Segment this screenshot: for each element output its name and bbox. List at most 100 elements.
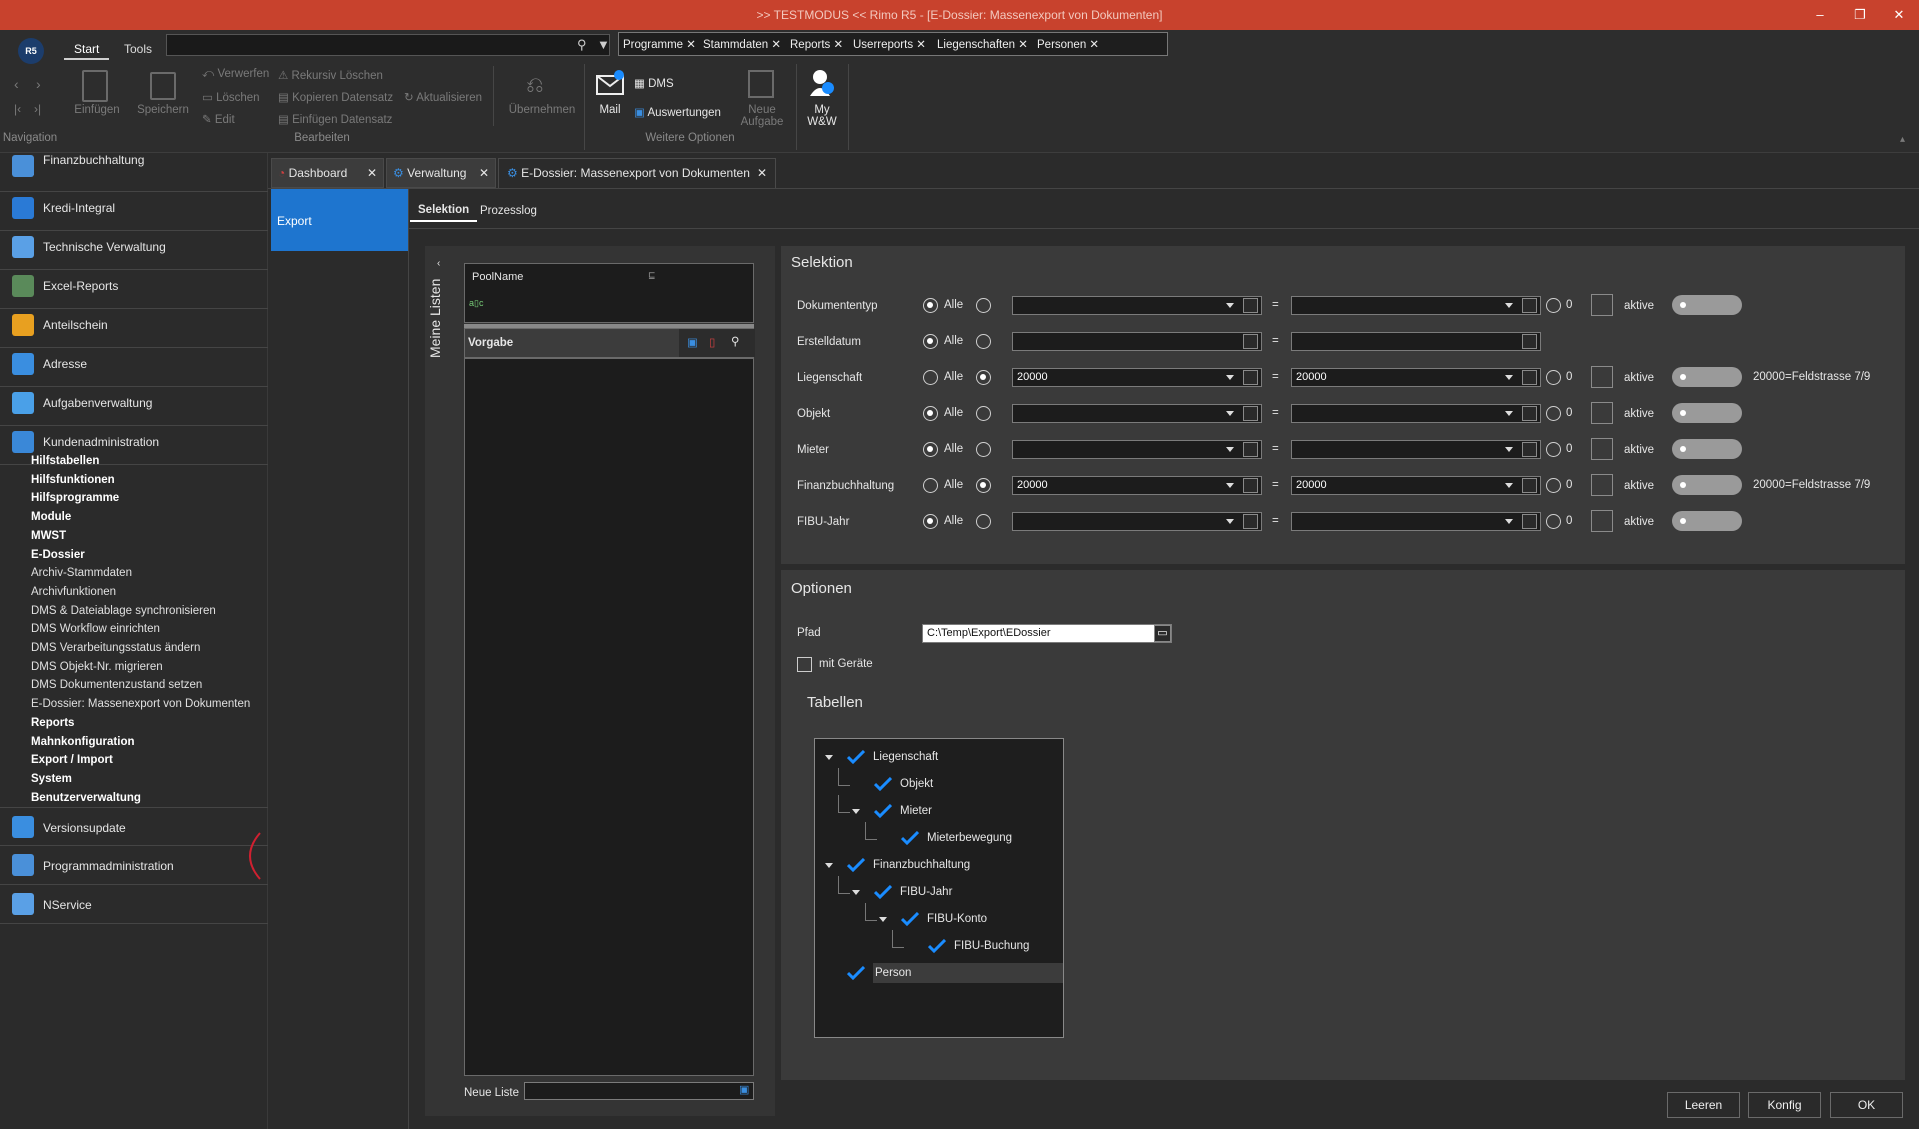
konfig-button[interactable]: Konfig <box>1748 1092 1821 1118</box>
alle-radio[interactable] <box>923 298 938 313</box>
module-nservice[interactable]: NService <box>0 885 268 924</box>
zero-radio[interactable] <box>1546 406 1561 421</box>
checked-icon[interactable] <box>847 858 865 872</box>
neue-liste-input[interactable] <box>524 1082 754 1100</box>
sidebar-subitem[interactable]: Hilfsfunktionen <box>31 474 115 486</box>
filter-chip-liegenschaften[interactable]: Liegenschaften ✕ <box>937 37 1028 51</box>
lookup-icon[interactable] <box>1522 442 1537 457</box>
sidebar-subitem[interactable]: DMS & Dateiablage synchronisieren <box>31 605 216 617</box>
lookup-icon[interactable] <box>1243 370 1258 385</box>
filter-chip-personen[interactable]: Personen ✕ <box>1037 37 1099 51</box>
nav-export[interactable]: Export <box>271 189 408 251</box>
chevron-down-icon[interactable] <box>1505 447 1513 452</box>
sidebar-subitem[interactable]: Reports <box>31 717 74 729</box>
tree-node-label[interactable]: Objekt <box>900 778 933 790</box>
lookup-icon[interactable] <box>1522 298 1537 313</box>
search-icon[interactable]: ⚲ <box>577 37 587 53</box>
close-icon[interactable]: ✕ <box>479 159 489 187</box>
aktualisieren-button[interactable]: ↻ Aktualisieren <box>404 90 482 104</box>
range-to-input[interactable] <box>1291 404 1541 423</box>
ribbon-tab-start[interactable]: Start <box>64 38 110 60</box>
zero-radio[interactable] <box>1546 514 1561 529</box>
alle-radio[interactable] <box>923 478 938 493</box>
range-to-input[interactable] <box>1291 512 1541 531</box>
tree-node-label[interactable]: FIBU-Buchung <box>954 940 1029 952</box>
aktive-toggle[interactable] <box>1672 439 1742 459</box>
range-from-input[interactable] <box>1012 440 1262 459</box>
nav-first-icon[interactable]: |‹ <box>14 102 21 116</box>
nav-forward-icon[interactable]: › <box>36 76 41 92</box>
filter-icon[interactable]: ▼ <box>597 37 610 52</box>
zero-radio[interactable] <box>1546 442 1561 457</box>
sidebar-subitem[interactable]: Module <box>31 511 71 523</box>
range-radio[interactable] <box>976 442 991 457</box>
tab-e-dossier[interactable]: ⚙ E-Dossier: Massenexport von Dokumenten… <box>498 158 776 188</box>
mit-geraete-checkbox[interactable] <box>797 657 812 672</box>
alle-radio[interactable] <box>923 514 938 529</box>
tree-node-label[interactable]: FIBU-Jahr <box>900 886 952 898</box>
kopieren-datensatz-button[interactable]: ▤ Kopieren Datensatz <box>278 90 393 104</box>
vorgabe-list[interactable] <box>464 358 754 1076</box>
tree-expander-icon[interactable] <box>852 809 860 814</box>
aktive-toggle[interactable] <box>1672 403 1742 423</box>
range-from-input[interactable] <box>1012 332 1262 351</box>
minimize-button[interactable]: – <box>1800 0 1840 30</box>
einfuegen-button[interactable]: Einfügen <box>70 104 124 116</box>
hand-pointer-icon[interactable] <box>1591 438 1613 460</box>
uebernehmen-button[interactable]: Übernehmen <box>504 104 580 116</box>
lookup-icon[interactable] <box>1522 370 1537 385</box>
lookup-icon[interactable] <box>1522 478 1537 493</box>
checked-icon[interactable] <box>901 912 919 926</box>
chevron-down-icon[interactable] <box>1505 303 1513 308</box>
close-icon[interactable]: ✕ <box>757 159 767 187</box>
close-window-button[interactable]: ✕ <box>1879 0 1919 30</box>
app-logo[interactable]: R5 <box>18 38 44 64</box>
zero-radio[interactable] <box>1546 298 1561 313</box>
nav-last-icon[interactable]: ›| <box>34 102 41 116</box>
speichern-button[interactable]: Speichern <box>135 104 191 116</box>
calendar-icon[interactable] <box>1243 334 1258 349</box>
chevron-down-icon[interactable] <box>1226 519 1234 524</box>
sidebar-subitem[interactable]: System <box>31 773 72 785</box>
chevron-down-icon[interactable] <box>1226 375 1234 380</box>
filter-chip-stammdaten[interactable]: Stammdaten ✕ <box>703 37 781 51</box>
chevron-down-icon[interactable] <box>1505 411 1513 416</box>
lookup-icon[interactable] <box>1243 514 1258 529</box>
checked-icon[interactable] <box>847 750 865 764</box>
alle-radio[interactable] <box>923 442 938 457</box>
chevron-down-icon[interactable] <box>1505 375 1513 380</box>
sidebar-subitem[interactable]: Hilfsprogramme <box>31 492 119 504</box>
folder-icon[interactable]: ▭ <box>1154 625 1171 642</box>
range-to-input[interactable]: 20000 <box>1291 476 1541 495</box>
tree-node-label[interactable]: Mieter <box>900 805 932 817</box>
range-radio[interactable] <box>976 370 991 385</box>
hand-pointer-icon[interactable] <box>1591 474 1613 496</box>
tree-expander-icon[interactable] <box>879 917 887 922</box>
chevron-down-icon[interactable] <box>1226 303 1234 308</box>
lookup-icon[interactable] <box>1243 406 1258 421</box>
tree-expander-icon[interactable] <box>825 863 833 868</box>
hand-pointer-icon[interactable] <box>1591 402 1613 424</box>
collapse-ribbon-icon[interactable]: ▴ <box>1900 134 1905 145</box>
range-radio[interactable] <box>976 334 991 349</box>
delete-icon[interactable]: ▯ <box>709 335 715 349</box>
lookup-icon[interactable] <box>1243 478 1258 493</box>
range-from-input[interactable] <box>1012 512 1262 531</box>
filter-chip-reports[interactable]: Reports ✕ <box>790 37 843 51</box>
alle-radio[interactable] <box>923 334 938 349</box>
sidebar-subitem[interactable]: Hilfstabellen <box>31 455 99 467</box>
tree-node-label[interactable]: FIBU-Konto <box>927 913 987 925</box>
aktive-toggle[interactable] <box>1672 295 1742 315</box>
range-from-input[interactable] <box>1012 296 1262 315</box>
sidebar-subitem[interactable]: Benutzerverwaltung <box>31 792 141 804</box>
range-radio[interactable] <box>976 514 991 529</box>
tree-node-label[interactable]: Finanzbuchhaltung <box>873 859 970 871</box>
rekursiv-loeschen-button[interactable]: ⚠ Rekursiv Löschen <box>278 68 383 82</box>
loeschen-button[interactable]: ▭ Löschen <box>202 90 260 104</box>
aktive-toggle[interactable] <box>1672 511 1742 531</box>
neue-aufgabe-button[interactable]: Neue Aufgabe <box>735 104 789 128</box>
zero-radio[interactable] <box>1546 370 1561 385</box>
search-input[interactable]: ⚲ ▼ <box>166 34 610 56</box>
range-radio[interactable] <box>976 406 991 421</box>
range-to-input[interactable] <box>1291 440 1541 459</box>
